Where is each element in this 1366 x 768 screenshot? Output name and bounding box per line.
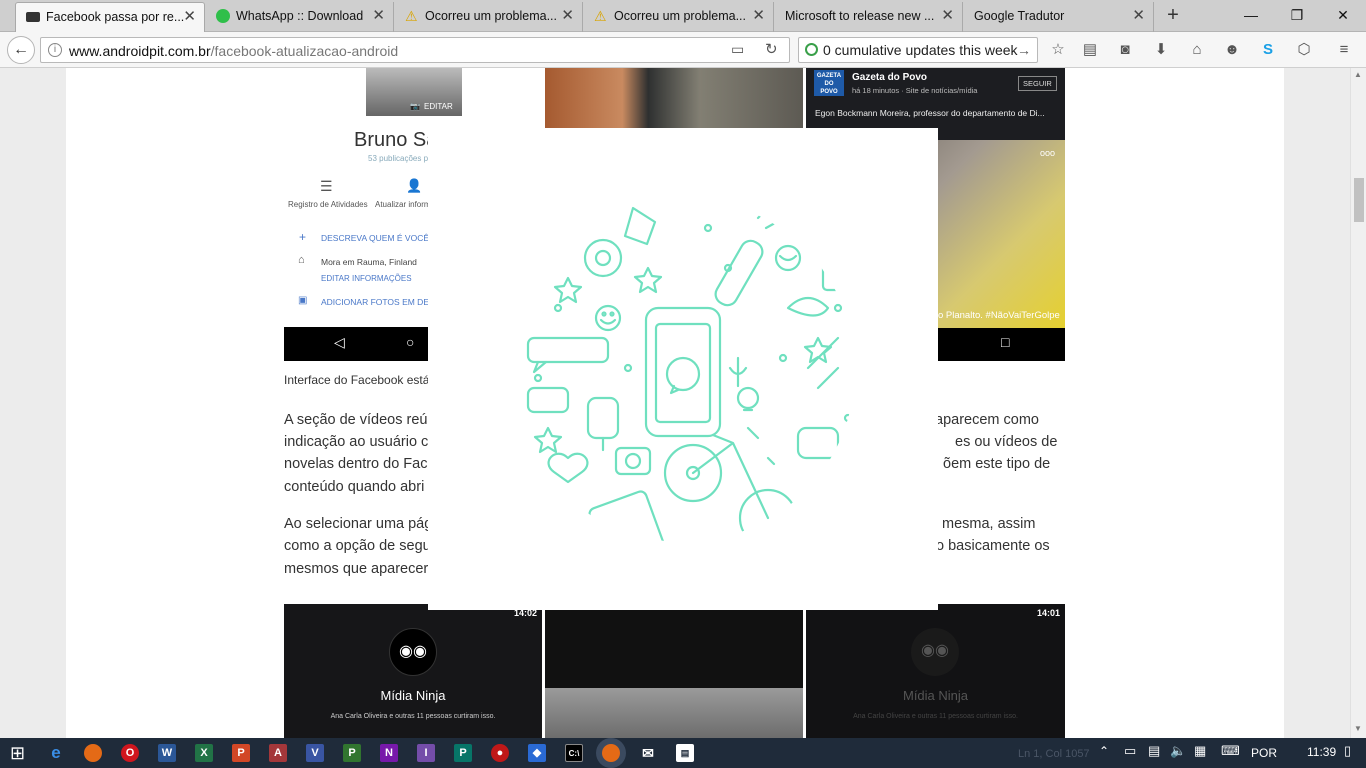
firefox-icon[interactable] — [84, 744, 102, 762]
more-options-icon: ooo — [1040, 148, 1056, 158]
reader-view-icon[interactable]: ▭ — [731, 41, 744, 58]
page-avatar: ◉◉ — [911, 628, 959, 676]
close-tab-icon[interactable]: ✕ — [1132, 2, 1145, 30]
search-field[interactable]: 0 cumulative updates this week → — [798, 37, 1038, 63]
keyboard-icon[interactable]: ⌨ — [1221, 743, 1240, 759]
status-ghost-text: Ln 1, Col 1057 — [1018, 748, 1090, 760]
network-icon[interactable]: ▤ — [1148, 743, 1160, 759]
opera-icon[interactable]: O — [121, 744, 139, 762]
close-tab-icon[interactable]: ✕ — [752, 2, 765, 30]
reload-icon[interactable]: ↻ — [765, 40, 778, 58]
window-app-icon[interactable]: ▤ — [676, 744, 694, 762]
whatsapp-download-overlay — [428, 128, 938, 610]
page-viewport: 📷 EDITAR Bruno Sa 53 publicações p ☰ Reg… — [0, 68, 1350, 738]
scroll-thumb[interactable] — [1354, 178, 1364, 222]
windows-start-icon[interactable]: ⊞ — [10, 744, 25, 762]
photo-icon: ▣ — [298, 295, 308, 306]
close-tab-icon[interactable]: ✕ — [561, 2, 574, 30]
chat-icon[interactable]: ☻ — [1222, 40, 1242, 60]
back-button[interactable]: ← — [7, 36, 35, 64]
close-tab-icon[interactable]: ✕ — [941, 2, 954, 30]
volume-icon[interactable]: 🔈 — [1170, 743, 1186, 759]
language-indicator[interactable]: POR — [1251, 746, 1277, 760]
clock[interactable]: 11:39 — [1307, 745, 1336, 759]
minimize-button[interactable]: — — [1228, 0, 1274, 30]
image-caption: Interface do Facebook está — [284, 373, 430, 387]
tab-whatsapp[interactable]: WhatsApp :: Download ✕ — [206, 2, 394, 32]
phone-screenshot-ninja-2: 14:01 ◉◉ Mídia Ninja Ana Carla Oliveira … — [806, 604, 1065, 738]
tab-google-tradutor[interactable]: Google Tradutor ✕ — [964, 2, 1154, 32]
androidpit-icon — [26, 12, 40, 22]
search-go-icon[interactable]: → — [1017, 38, 1031, 62]
page-scrollbar[interactable]: ▲ ▼ — [1350, 68, 1366, 738]
house-icon: ⌂ — [298, 254, 305, 266]
action-center-icon[interactable]: ▯ — [1344, 743, 1351, 759]
scroll-up-icon[interactable]: ▲ — [1354, 70, 1362, 79]
tab-problem-1[interactable]: ⚠ Ocorreu um problema... ✕ — [395, 2, 583, 32]
scroll-down-icon[interactable]: ▼ — [1354, 724, 1362, 733]
visio-icon[interactable]: V — [306, 744, 324, 762]
powerpoint-icon[interactable]: P — [232, 744, 250, 762]
list-icon: ☰ — [320, 178, 333, 194]
video-frame — [545, 688, 803, 738]
avatar: 📷 EDITAR — [366, 68, 462, 116]
warning-icon: ⚠ — [405, 8, 418, 24]
phone-screenshot-ninja-1: 14:02 ◉◉ Mídia Ninja Ana Carla Oliveira … — [284, 604, 542, 738]
project-icon[interactable]: P — [343, 744, 361, 762]
phone-screenshot-photo — [545, 68, 803, 128]
close-tab-icon[interactable]: ✕ — [372, 2, 385, 30]
mail-icon[interactable]: ✉ — [639, 744, 657, 762]
android-recents-icon: □ — [1001, 334, 1010, 350]
android-home-icon: ○ — [406, 334, 415, 350]
new-tab-button[interactable]: + — [1160, 4, 1186, 28]
info-icon[interactable]: i — [48, 43, 62, 57]
access-icon[interactable]: A — [269, 744, 287, 762]
visual-studio-icon[interactable]: ◆ — [528, 744, 546, 762]
plus-icon: + — [299, 230, 307, 244]
tray-up-icon[interactable]: ⌃ — [1099, 744, 1109, 758]
bookmark-star-icon[interactable]: ☆ — [1048, 40, 1068, 60]
word-icon[interactable]: W — [158, 744, 176, 762]
tray-device-icon[interactable]: ▭ — [1124, 743, 1136, 759]
navigation-toolbar: ← i www.androidpit.com.br/facebook-atual… — [0, 32, 1366, 68]
gazeta-logo: GAZETA DO POVO — [814, 70, 844, 96]
extension-icon[interactable]: ⬡ — [1294, 40, 1314, 60]
warning-icon: ⚠ — [594, 8, 607, 24]
tab-problem-2[interactable]: ⚠ Ocorreu um problema... ✕ — [584, 2, 774, 32]
search-engine-icon — [805, 43, 818, 56]
page-avatar: ◉◉ — [389, 628, 437, 676]
pocket-icon[interactable]: ◙ — [1115, 40, 1135, 60]
posts-count: 53 publicações p — [368, 154, 429, 163]
excel-icon[interactable]: X — [195, 744, 213, 762]
close-tab-icon[interactable]: ✕ — [183, 3, 196, 31]
onenote-icon[interactable]: N — [380, 744, 398, 762]
publisher-icon[interactable]: P — [454, 744, 472, 762]
maximize-button[interactable]: ❐ — [1274, 0, 1320, 30]
tab-microsoft[interactable]: Microsoft to release new ... ✕ — [775, 2, 963, 32]
infopath-icon[interactable]: I — [417, 744, 435, 762]
windows-taskbar: ⊞ e O W X P A V P N I P ● ◆ C:\ ✉ ▤ Ln 1… — [0, 738, 1366, 768]
address-bar[interactable]: i www.androidpit.com.br/facebook-atualiz… — [40, 37, 790, 63]
browser-tab-strip: Facebook passa por re... ✕ WhatsApp :: D… — [0, 0, 1366, 32]
media-player-icon[interactable]: ● — [491, 744, 509, 762]
terminal-icon[interactable]: C:\ — [565, 744, 583, 762]
downloads-icon[interactable]: ⬇ — [1151, 40, 1171, 60]
tab-facebook[interactable]: Facebook passa por re... ✕ — [15, 2, 205, 32]
notifications-icon[interactable]: ▦ — [1194, 743, 1206, 759]
url-text: www.androidpit.com.br/facebook-atualizac… — [69, 43, 399, 59]
menu-icon[interactable]: ≡ — [1334, 40, 1354, 60]
whatsapp-doodle-illustration — [526, 202, 855, 542]
phone-screenshot-video — [545, 604, 803, 738]
person-edit-icon: 👤 — [406, 178, 423, 193]
whatsapp-icon — [216, 9, 230, 23]
edge-icon[interactable]: e — [47, 744, 65, 762]
camera-icon: 📷 — [410, 102, 420, 111]
profile-name: Bruno Sa — [354, 129, 438, 151]
home-icon[interactable]: ⌂ — [1187, 40, 1207, 60]
android-back-icon: ◁ — [334, 334, 345, 350]
firefox-active-icon[interactable] — [602, 744, 620, 762]
skype-icon[interactable]: S — [1258, 40, 1278, 60]
bookmarks-list-icon[interactable]: ▤ — [1080, 40, 1100, 60]
close-window-button[interactable]: ✕ — [1320, 0, 1366, 30]
